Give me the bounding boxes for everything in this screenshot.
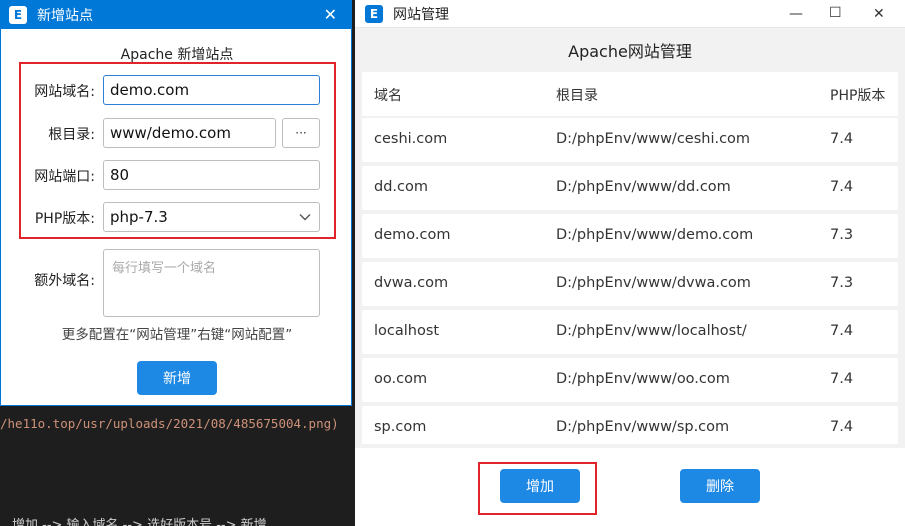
port-label: 网站端口: bbox=[34, 169, 95, 185]
root-input[interactable]: www/demo.com bbox=[103, 118, 276, 148]
maximize-icon[interactable]: ☐ bbox=[829, 5, 842, 21]
php-version-select[interactable]: php-7.3 bbox=[103, 202, 320, 232]
row-php: 7.3 bbox=[830, 227, 854, 243]
row-root: D:/phpEnv/www/oo.com bbox=[556, 371, 730, 387]
table-row[interactable]: sp.com D:/phpEnv/www/sp.com 7.4 bbox=[362, 406, 898, 444]
minimize-icon[interactable]: — bbox=[789, 6, 803, 22]
row-php: 7.4 bbox=[830, 179, 854, 195]
row-php: 7.4 bbox=[830, 419, 854, 435]
app-logo-icon: E bbox=[9, 6, 27, 24]
site-manager-window: E 网站管理 — ☐ ✕ Apache网站管理 域名 根目录 PHP版本 ces… bbox=[355, 0, 905, 526]
action-bar: 增加 删除 bbox=[355, 448, 905, 526]
close-icon[interactable]: ✕ bbox=[873, 6, 885, 22]
php-version-value: php-7.3 bbox=[110, 208, 168, 226]
extra-domain-textarea[interactable]: 每行填写一个域名 bbox=[103, 249, 320, 317]
form-title: Apache 新增站点 bbox=[120, 47, 234, 63]
site-table: ceshi.com D:/phpEnv/www/ceshi.com 7.4 dd… bbox=[362, 118, 898, 444]
row-root: D:/phpEnv/www/dd.com bbox=[556, 179, 731, 195]
terminal-instruction-line: 增加 --> 输入域名 --> 选好版本号 --> 新增 bbox=[12, 518, 267, 526]
table-row[interactable]: dd.com D:/phpEnv/www/dd.com 7.4 bbox=[362, 166, 898, 210]
domain-input[interactable]: demo.com bbox=[103, 75, 320, 105]
root-label: 根目录: bbox=[48, 127, 95, 143]
table-header: 域名 根目录 PHP版本 bbox=[362, 72, 898, 116]
row-root: D:/phpEnv/www/dvwa.com bbox=[556, 275, 751, 291]
column-domain[interactable]: 域名 bbox=[374, 85, 402, 105]
site-manager-window-title: 网站管理 bbox=[393, 6, 449, 23]
row-php: 7.3 bbox=[830, 275, 854, 291]
row-php: 7.4 bbox=[830, 131, 854, 147]
row-php: 7.4 bbox=[830, 323, 854, 339]
row-root: D:/phpEnv/www/sp.com bbox=[556, 419, 730, 435]
add-site-titlebar: E 新增站点 ✕ bbox=[1, 1, 351, 29]
row-domain: localhost bbox=[374, 323, 440, 339]
row-domain: demo.com bbox=[374, 227, 451, 243]
submit-button[interactable]: 新增 bbox=[137, 361, 217, 395]
row-root: D:/phpEnv/www/localhost/ bbox=[556, 323, 747, 339]
add-button-highlight-box bbox=[478, 462, 597, 515]
row-php: 7.4 bbox=[830, 371, 854, 387]
site-manager-titlebar: E 网站管理 — ☐ ✕ bbox=[355, 0, 905, 28]
row-root: D:/phpEnv/www/demo.com bbox=[556, 227, 754, 243]
table-row[interactable]: ceshi.com D:/phpEnv/www/ceshi.com 7.4 bbox=[362, 118, 898, 162]
terminal-background: /he11o.top/usr/uploads/2021/08/485675004… bbox=[0, 406, 356, 526]
table-row[interactable]: localhost D:/phpEnv/www/localhost/ 7.4 bbox=[362, 310, 898, 354]
row-domain: oo.com bbox=[374, 371, 428, 387]
terminal-url-line: /he11o.top/usr/uploads/2021/08/485675004… bbox=[0, 416, 339, 431]
add-site-window: E 新增站点 ✕ Apache 新增站点 网站域名: demo.com 根目录:… bbox=[0, 0, 352, 406]
php-label: PHP版本: bbox=[34, 211, 95, 227]
close-icon[interactable]: ✕ bbox=[324, 5, 337, 24]
column-php[interactable]: PHP版本 bbox=[830, 85, 885, 105]
extra-domain-label: 额外域名: bbox=[34, 273, 95, 289]
row-domain: dvwa.com bbox=[374, 275, 449, 291]
browse-button[interactable]: ··· bbox=[282, 118, 320, 148]
row-root: D:/phpEnv/www/ceshi.com bbox=[556, 131, 751, 147]
table-row[interactable]: demo.com D:/phpEnv/www/demo.com 7.3 bbox=[362, 214, 898, 258]
site-manager-heading: Apache网站管理 bbox=[568, 42, 692, 61]
row-domain: sp.com bbox=[374, 419, 427, 435]
domain-label: 网站域名: bbox=[34, 84, 95, 100]
port-input[interactable]: 80 bbox=[103, 160, 320, 190]
chevron-down-icon bbox=[299, 214, 311, 221]
table-row[interactable]: dvwa.com D:/phpEnv/www/dvwa.com 7.3 bbox=[362, 262, 898, 306]
delete-button[interactable]: 删除 bbox=[680, 469, 760, 503]
add-site-window-title: 新增站点 bbox=[37, 8, 93, 24]
row-domain: ceshi.com bbox=[374, 131, 448, 147]
column-root[interactable]: 根目录 bbox=[556, 85, 598, 105]
row-domain: dd.com bbox=[374, 179, 428, 195]
table-row[interactable]: oo.com D:/phpEnv/www/oo.com 7.4 bbox=[362, 358, 898, 402]
config-hint: 更多配置在“网站管理”右键“网站配置” bbox=[61, 327, 293, 343]
app-logo-icon: E bbox=[365, 4, 383, 23]
